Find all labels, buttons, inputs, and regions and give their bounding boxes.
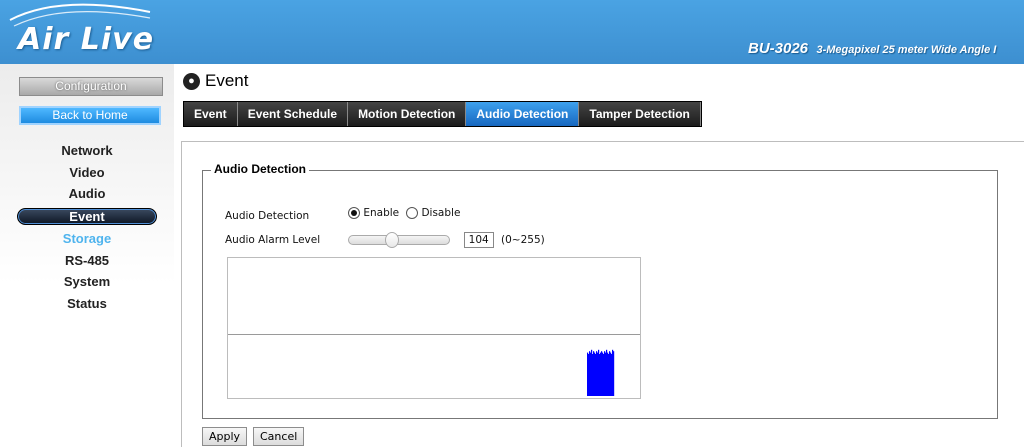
sidebar-item-system[interactable]: System: [15, 271, 159, 293]
tab-motion-detection[interactable]: Motion Detection: [348, 102, 467, 126]
event-icon: ●: [183, 72, 200, 90]
sidebar-item-storage[interactable]: Storage: [15, 228, 159, 250]
tab-event-schedule[interactable]: Event Schedule: [238, 102, 349, 126]
sidebar-item-rs485[interactable]: RS-485: [15, 250, 159, 272]
detection-label: Audio Detection: [225, 210, 310, 222]
enable-label: Enable: [363, 207, 400, 219]
slider-thumb[interactable]: [385, 232, 400, 248]
tab-bar: Event Event Schedule Motion Detection Au…: [183, 101, 702, 127]
alarm-level-slider[interactable]: [348, 232, 451, 248]
airlive-logo: Air Live: [18, 22, 155, 57]
audio-level-bars: [587, 349, 615, 396]
audio-level-bar: [613, 351, 615, 396]
disable-label: Disable: [421, 207, 461, 219]
group-legend: Audio Detection: [211, 162, 309, 176]
sidebar-item-network[interactable]: Network: [15, 140, 159, 162]
alarm-level-range: (0~255): [501, 234, 545, 246]
page-title-text: Event: [205, 71, 249, 90]
sidebar-item-event[interactable]: Event: [17, 207, 157, 225]
alarm-level-row: Audio Alarm Level 104 (0~255): [225, 232, 545, 248]
sidebar-item-video[interactable]: Video: [15, 162, 159, 184]
model-description: 3-Megapixel 25 meter Wide Angle I: [816, 44, 997, 56]
radio-unchecked-icon[interactable]: [406, 207, 419, 219]
tab-tamper-detection[interactable]: Tamper Detection: [579, 102, 701, 126]
content-panel: Audio Detection Audio Detection Enable D…: [181, 141, 1024, 447]
alarm-level-input[interactable]: 104: [463, 232, 494, 248]
model-title: BU-3026 3-Megapixel 25 meter Wide Angle …: [748, 40, 996, 58]
detection-row: Audio Detection Enable Disable: [225, 207, 464, 222]
back-to-home-button[interactable]: Back to Home: [19, 106, 161, 125]
page-title: ● Event: [183, 71, 248, 91]
model-name: BU-3026: [748, 40, 809, 57]
header-banner: Air Live BU-3026 3-Megapixel 25 meter Wi…: [0, 0, 1024, 64]
sidebar-item-status[interactable]: Status: [15, 293, 159, 315]
audio-level-graph: [227, 257, 641, 399]
apply-button[interactable]: Apply: [202, 427, 248, 446]
enable-radio[interactable]: Enable: [348, 207, 399, 219]
radio-checked-icon[interactable]: [348, 207, 361, 219]
disable-radio[interactable]: Disable: [406, 207, 460, 219]
audio-detection-group: Audio Detection Audio Detection Enable D…: [202, 162, 998, 419]
tab-event[interactable]: Event: [184, 102, 238, 126]
alarm-level-label: Audio Alarm Level: [225, 234, 321, 246]
tab-audio-detection[interactable]: Audio Detection: [466, 102, 580, 126]
sidebar: Configuration Back to Home Network Video…: [0, 64, 174, 446]
sidebar-item-audio[interactable]: Audio: [15, 183, 159, 205]
sidebar-nav: Network Video Audio Event Storage RS-485…: [15, 140, 159, 314]
configuration-button[interactable]: Configuration: [19, 77, 163, 96]
cancel-button[interactable]: Cancel: [253, 427, 305, 446]
